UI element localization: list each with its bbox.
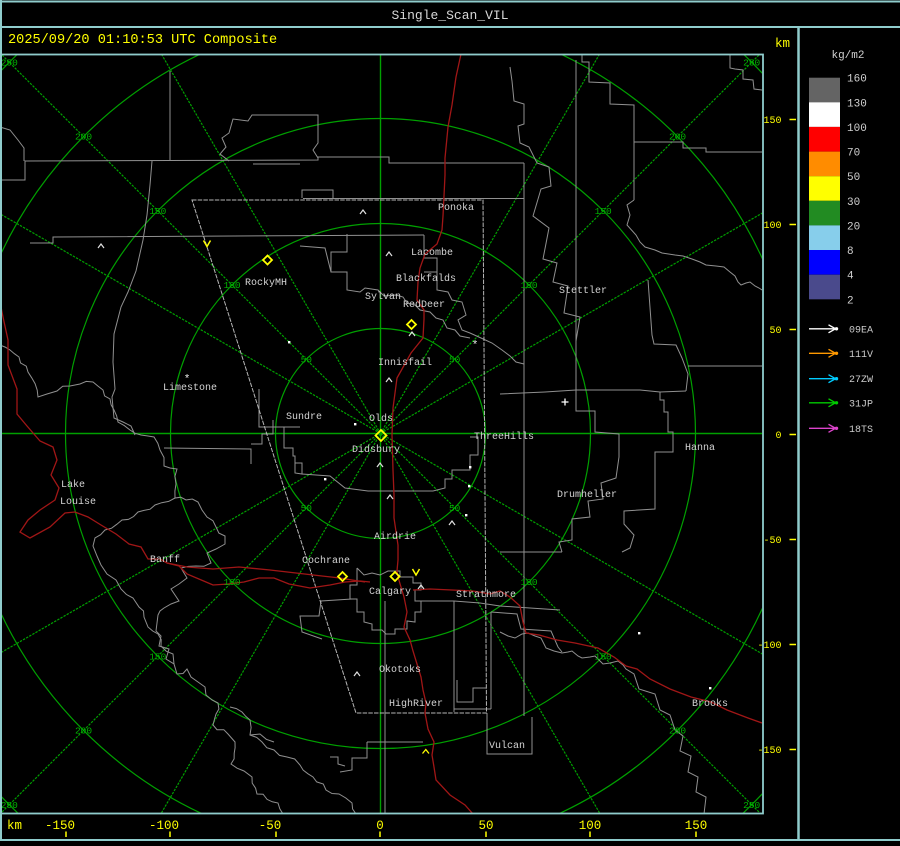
svg-text:Lacombe: Lacombe: [411, 247, 453, 259]
svg-text:150: 150: [595, 651, 612, 662]
svg-text:50: 50: [769, 326, 781, 337]
svg-text:Strathmore: Strathmore: [456, 589, 516, 601]
svg-text:70: 70: [847, 148, 860, 160]
svg-text:111V: 111V: [849, 350, 873, 361]
svg-text:Ponoka: Ponoka: [438, 202, 474, 214]
svg-text:Limestone: Limestone: [163, 382, 217, 394]
svg-text:150: 150: [595, 206, 612, 217]
svg-text:Cochrane: Cochrane: [302, 555, 350, 567]
svg-text:Single_Scan_VIL: Single_Scan_VIL: [391, 8, 508, 23]
svg-text:Didsbury: Didsbury: [352, 444, 400, 456]
svg-text:-50: -50: [763, 536, 781, 547]
svg-text:50: 50: [449, 355, 461, 366]
svg-text:km: km: [7, 819, 22, 833]
svg-text:200: 200: [669, 132, 686, 143]
svg-text:200: 200: [75, 132, 92, 143]
svg-text:-150: -150: [757, 746, 781, 757]
svg-text:HighRiver: HighRiver: [389, 698, 443, 710]
svg-text:20: 20: [847, 221, 860, 233]
svg-text:Blackfalds: Blackfalds: [396, 273, 456, 285]
svg-text:Innisfail: Innisfail: [378, 357, 432, 369]
svg-text:100: 100: [763, 221, 781, 232]
svg-text:250: 250: [1, 58, 18, 69]
svg-text:50: 50: [478, 819, 493, 833]
svg-text:Stettler: Stettler: [559, 285, 607, 297]
svg-text:250: 250: [1, 800, 18, 811]
svg-text:100: 100: [520, 577, 537, 588]
svg-text:Sylvan: Sylvan: [365, 291, 401, 303]
svg-text:ThreeHills: ThreeHills: [474, 431, 534, 443]
svg-text:km: km: [775, 37, 790, 51]
svg-text:31JP: 31JP: [849, 399, 873, 410]
svg-text:Sundre: Sundre: [286, 411, 322, 423]
svg-text:2025/09/20 01:10:53 UTC Compos: 2025/09/20 01:10:53 UTC Composite: [8, 33, 277, 48]
svg-text:kg/m2: kg/m2: [831, 50, 864, 62]
svg-text:Okotoks: Okotoks: [379, 664, 421, 676]
svg-text:-150: -150: [45, 819, 75, 833]
svg-text:100: 100: [579, 819, 602, 833]
svg-text:0: 0: [775, 431, 781, 442]
svg-text:Banff: Banff: [150, 554, 180, 566]
svg-text:4: 4: [847, 271, 854, 283]
svg-text:50: 50: [847, 172, 860, 184]
svg-text:100: 100: [847, 123, 867, 135]
svg-text:Vulcan: Vulcan: [489, 740, 525, 752]
svg-text:*: *: [472, 340, 479, 352]
svg-text:-100: -100: [149, 819, 179, 833]
svg-text:150: 150: [685, 819, 708, 833]
svg-text:50: 50: [449, 503, 461, 514]
svg-text:2: 2: [847, 295, 854, 307]
svg-text:-50: -50: [259, 819, 282, 833]
svg-text:Calgary: Calgary: [369, 586, 411, 598]
svg-text:50: 50: [301, 503, 313, 514]
svg-text:09EA: 09EA: [849, 325, 873, 336]
svg-text:Olds: Olds: [369, 413, 393, 425]
svg-text:250: 250: [743, 800, 760, 811]
svg-text:150: 150: [149, 206, 166, 217]
svg-text:Hanna: Hanna: [685, 443, 715, 454]
svg-text:150: 150: [149, 651, 166, 662]
svg-text:130: 130: [847, 98, 867, 110]
svg-text:Brooks: Brooks: [692, 698, 728, 710]
svg-text:160: 160: [847, 74, 867, 86]
svg-text:18TS: 18TS: [849, 425, 873, 436]
svg-text:30: 30: [847, 197, 860, 209]
svg-text:-100: -100: [757, 641, 781, 652]
svg-text:Airdrie: Airdrie: [374, 531, 416, 543]
svg-text:RockyMH: RockyMH: [245, 277, 287, 289]
svg-text:Louise: Louise: [60, 496, 96, 508]
svg-text:250: 250: [743, 58, 760, 69]
svg-text:100: 100: [223, 577, 240, 588]
svg-text:100: 100: [223, 280, 240, 291]
svg-text:150: 150: [763, 116, 781, 127]
svg-text:27ZW: 27ZW: [849, 375, 873, 386]
svg-text:Drumheller: Drumheller: [557, 489, 617, 501]
svg-text:Lake: Lake: [61, 479, 85, 491]
svg-text:50: 50: [301, 355, 313, 366]
svg-text:8: 8: [847, 246, 854, 258]
svg-text:RedDeer: RedDeer: [403, 299, 445, 311]
svg-text:200: 200: [669, 726, 686, 737]
svg-text:0: 0: [376, 819, 384, 833]
svg-text:200: 200: [75, 726, 92, 737]
svg-text:100: 100: [520, 280, 537, 291]
